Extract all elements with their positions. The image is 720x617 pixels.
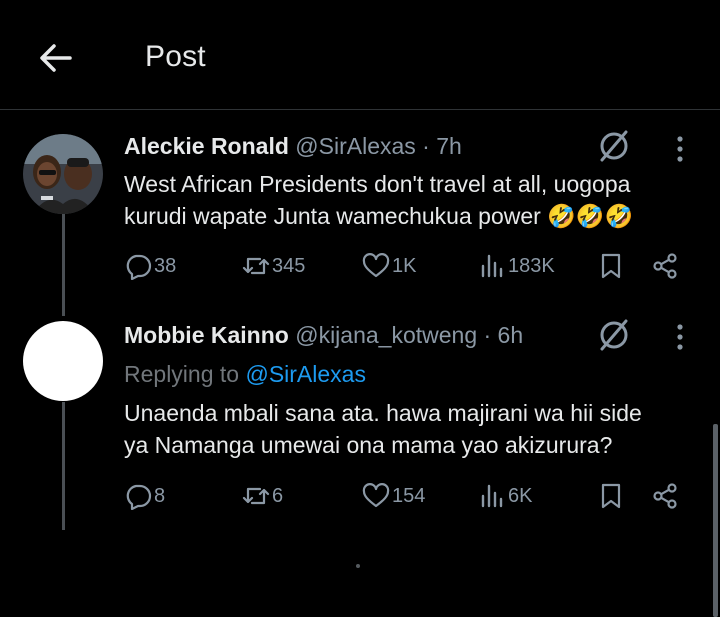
views-button[interactable]: 183K [478,250,555,282]
views-count: 6K [508,485,533,507]
author-handle-time[interactable]: @SirAlexas · 7h [295,133,462,159]
replying-to: Replying to @SirAlexas [124,361,366,388]
views-icon [481,484,503,508]
reply-count: 38 [154,255,177,277]
tweet-text-line: ya Namanga umewai ona mama yao akizurura… [124,432,613,458]
author-name[interactable]: Mobbie Kainno [124,322,289,348]
avatar[interactable] [23,321,103,401]
heart-icon [362,253,390,278]
grok-icon[interactable] [596,128,632,164]
like-count: 1K [392,255,417,277]
more-options-icon[interactable] [670,134,690,164]
reply-button[interactable]: 8 [124,480,165,512]
tweet-text: Unaenda mbali sana ata. hawa majirani wa… [124,397,684,461]
top-bar: Post [0,0,720,110]
tweet-text-line: Unaenda mbali sana ata. hawa majirani wa… [124,400,642,426]
repost-icon [242,487,270,505]
views-count: 183K [508,255,555,277]
heart-icon [362,483,390,508]
repost-button[interactable]: 6 [242,480,283,512]
action-bar: 8 6 154 6K [0,480,720,512]
replying-to-link[interactable]: @SirAlexas [245,361,366,387]
scrollbar[interactable] [713,424,718,617]
more-options-icon[interactable] [670,322,690,352]
repost-icon [242,257,270,275]
share-icon [653,483,677,509]
bookmark-icon [601,253,621,279]
repost-count: 6 [272,485,284,507]
repost-count: 345 [272,255,306,277]
tweet-text-line: West African Presidents don't travel at … [124,171,631,197]
arrow-left-icon[interactable] [36,38,76,78]
tweet-header: Aleckie Ronald @SirAlexas · 7h [124,133,462,160]
action-bar: 38 345 1K 183K [0,250,720,282]
share-icon [653,253,677,279]
share-button[interactable] [651,250,681,282]
reply-icon [126,254,152,280]
reply-button[interactable]: 38 [124,250,176,282]
avatar[interactable] [23,134,103,214]
author-name[interactable]: Aleckie Ronald [124,133,289,159]
bookmark-button[interactable] [597,480,627,512]
bookmark-icon [601,483,621,509]
share-button[interactable] [651,480,681,512]
reply-count: 8 [154,485,166,507]
author-handle-time[interactable]: @kijana_kotweng · 6h [295,322,523,348]
like-count: 154 [392,485,426,507]
repost-button[interactable]: 345 [242,250,305,282]
loading-dot [356,564,360,568]
like-button[interactable]: 1K [362,250,416,282]
views-button[interactable]: 6K [478,480,532,512]
page-title: Post [145,40,206,73]
reply-icon [126,484,152,510]
like-button[interactable]: 154 [362,480,425,512]
replying-to-label: Replying to [124,361,246,387]
views-icon [481,254,503,278]
grok-icon[interactable] [596,317,632,353]
bookmark-button[interactable] [597,250,627,282]
tweet-header: Mobbie Kainno @kijana_kotweng · 6h [124,322,523,349]
tweet-text-line: kurudi wapate Junta wamechukua power 🤣🤣🤣 [124,203,634,229]
tweet-text: West African Presidents don't travel at … [124,168,684,232]
